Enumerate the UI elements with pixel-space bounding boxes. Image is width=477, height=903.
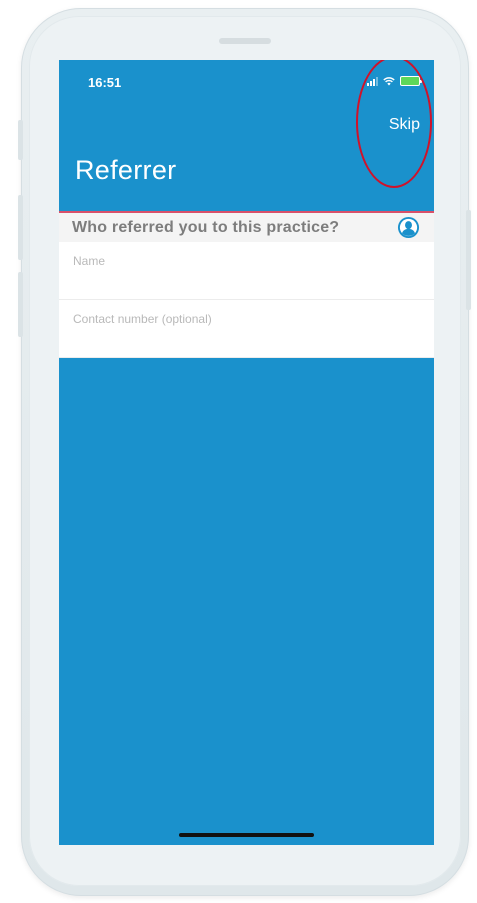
referrer-form xyxy=(59,242,434,358)
app-screen: 16:51 Skip Referrer Who referred you to … xyxy=(59,60,434,845)
page-title: Referrer xyxy=(75,155,177,185)
contact-number-input[interactable] xyxy=(59,300,434,357)
side-button-volume-up xyxy=(18,195,23,260)
status-time: 16:51 xyxy=(88,75,122,90)
side-button-mute xyxy=(18,120,23,160)
side-button-volume-down xyxy=(18,272,23,337)
section-header: Who referred you to this practice? xyxy=(59,213,434,242)
skip-button[interactable]: Skip xyxy=(389,116,420,134)
section-question: Who referred you to this practice? xyxy=(72,218,340,236)
contact-field-row xyxy=(59,300,434,358)
signal-icon xyxy=(367,76,378,86)
speaker-grille xyxy=(219,38,271,44)
home-indicator[interactable] xyxy=(179,833,314,837)
contact-person-icon[interactable] xyxy=(397,216,420,239)
battery-icon xyxy=(400,76,422,86)
name-field-row xyxy=(59,242,434,300)
wifi-icon xyxy=(383,77,395,86)
side-button-power xyxy=(466,210,471,310)
page: 16:51 Skip Referrer Who referred you to … xyxy=(0,0,477,903)
status-icons xyxy=(367,75,422,87)
name-input[interactable] xyxy=(59,242,434,299)
